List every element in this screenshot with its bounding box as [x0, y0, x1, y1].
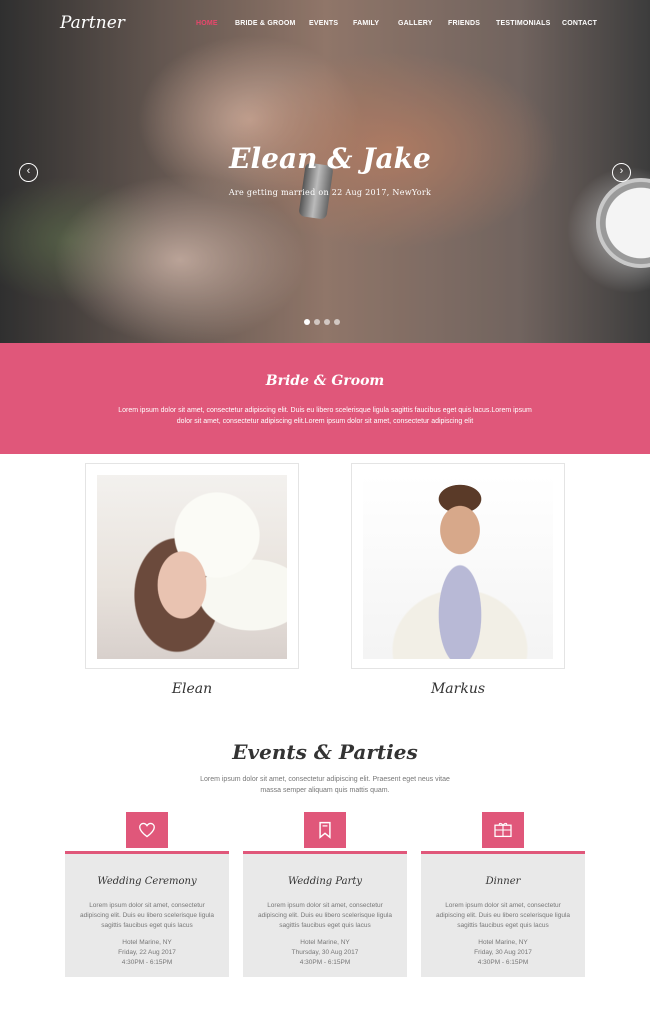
event-card-dinner[interactable]: Dinner Lorem ipsum dolor sit amet, conse… [421, 851, 585, 977]
event-place: Hotel Marine, NY [122, 939, 172, 946]
event-meta: Hotel Marine, NY Friday, 30 Aug 2017 4:3… [421, 938, 585, 968]
event-place: Hotel Marine, NY [300, 939, 350, 946]
event-title: Wedding Party [287, 876, 363, 887]
event-card-wedding-party[interactable]: Wedding Party Lorem ipsum dolor sit amet… [243, 851, 407, 977]
event-date: Thursday, 30 Aug 2017 [291, 949, 359, 956]
hero-subtitle: Are getting married on 22 Aug 2017, NewY… [228, 188, 432, 197]
chevron-right-icon[interactable]: › [612, 163, 631, 182]
nav-item-events[interactable]: EVENTS [309, 20, 338, 27]
nav-item-family[interactable]: FAMILY [353, 20, 379, 27]
wristwatch [596, 178, 650, 268]
event-meta: Hotel Marine, NY Friday, 22 Aug 2017 4:3… [65, 938, 229, 968]
navbar: Partner HOME BRIDE & GROOM EVENTS FAMILY… [0, 0, 650, 50]
groom-photo [363, 475, 553, 659]
main-nav: HOME BRIDE & GROOM EVENTS FAMILY GALLERY… [0, 20, 650, 32]
event-text: Lorem ipsum dolor sit amet, consectetur … [257, 902, 393, 929]
bride-photo [97, 475, 287, 659]
event-date: Friday, 30 Aug 2017 [474, 949, 532, 956]
event-date: Friday, 22 Aug 2017 [118, 949, 176, 956]
bride-photo-frame[interactable] [85, 463, 299, 669]
nav-item-contact[interactable]: CONTACT [562, 20, 597, 27]
groom-name: Markus [430, 681, 486, 697]
event-text: Lorem ipsum dolor sit amet, consectetur … [79, 902, 215, 929]
bride-groom-section: Bride & Groom Lorem ipsum dolor sit amet… [0, 343, 650, 454]
slider-dots [304, 319, 340, 325]
nav-item-testimonials[interactable]: TESTIMONIALS [496, 20, 551, 27]
event-time: 4:30PM - 6:15PM [299, 959, 351, 966]
slider-dot[interactable] [324, 319, 330, 325]
events-text: Lorem ipsum dolor sit amet, consectetur … [200, 776, 450, 794]
slider-dot[interactable] [304, 319, 310, 325]
heart-icon [126, 812, 168, 848]
events-title: Events & Parties [232, 740, 418, 764]
bride-name: Elean [171, 681, 213, 697]
section-text: Lorem ipsum dolor sit amet, consectetur … [118, 407, 532, 425]
event-title: Dinner [485, 876, 521, 887]
event-time: 4:30PM - 6:15PM [477, 959, 529, 966]
event-card-wedding-ceremony[interactable]: Wedding Ceremony Lorem ipsum dolor sit a… [65, 851, 229, 977]
chevron-left-icon[interactable]: ‹ [19, 163, 38, 182]
section-title: Bride & Groom [265, 373, 385, 389]
gift-icon [482, 812, 524, 848]
nav-item-gallery[interactable]: GALLERY [398, 20, 433, 27]
bookmark-icon [304, 812, 346, 848]
nav-item-home[interactable]: HOME [196, 20, 218, 27]
hero-title: Elean & Jake [229, 142, 431, 175]
event-time: 4:30PM - 6:15PM [121, 959, 173, 966]
event-text: Lorem ipsum dolor sit amet, consectetur … [435, 902, 571, 929]
event-title: Wedding Ceremony [97, 876, 197, 887]
nav-item-bride-groom[interactable]: BRIDE & GROOM [235, 20, 296, 27]
nav-item-friends[interactable]: FRIENDS [448, 20, 480, 27]
event-meta: Hotel Marine, NY Thursday, 30 Aug 2017 4… [243, 938, 407, 968]
slider-dot[interactable] [314, 319, 320, 325]
event-place: Hotel Marine, NY [478, 939, 528, 946]
slider-dot[interactable] [334, 319, 340, 325]
groom-photo-frame[interactable] [351, 463, 565, 669]
